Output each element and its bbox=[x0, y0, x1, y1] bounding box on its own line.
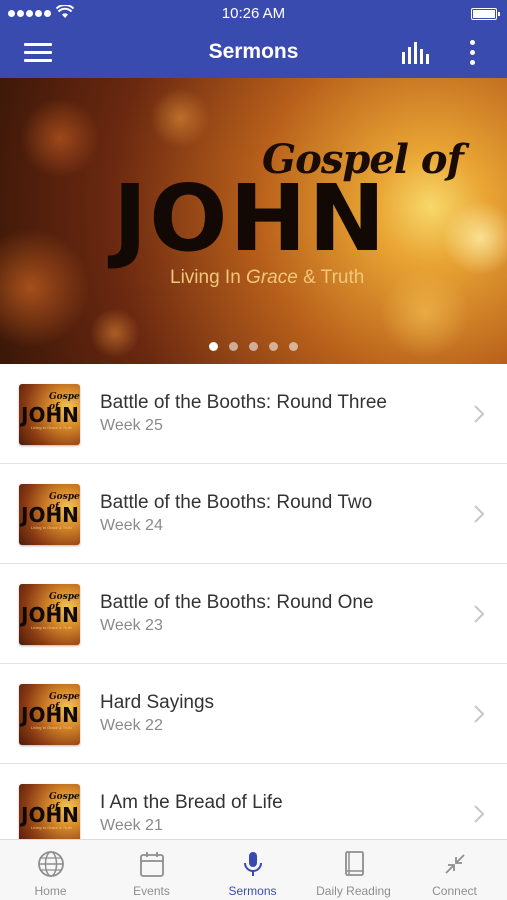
sermon-thumbnail: Gospel of JOHN Living In Grace & Truth bbox=[19, 584, 80, 645]
calendar-icon bbox=[139, 852, 164, 877]
more-vertical-icon[interactable] bbox=[469, 40, 477, 66]
tab-events[interactable]: Events bbox=[101, 840, 202, 900]
bottom-tab-bar: Home Events Sermons Daily Reading Connec… bbox=[0, 839, 507, 900]
sermon-week: Week 24 bbox=[100, 517, 163, 534]
sermon-row[interactable]: Gospel of JOHN Living In Grace & Truth Bat… bbox=[0, 464, 507, 564]
sermon-thumbnail: Gospel of JOHN Living In Grace & Truth bbox=[19, 684, 80, 745]
sermon-title: Battle of the Booths: Round Three bbox=[100, 392, 387, 413]
sermon-thumbnail: Gospel of JOHN Living In Grace & Truth bbox=[19, 784, 80, 839]
arrows-collapse-icon bbox=[444, 854, 465, 874]
tab-label: Events bbox=[133, 884, 170, 898]
tab-daily-reading[interactable]: Daily Reading bbox=[303, 840, 404, 900]
chevron-right-icon bbox=[474, 605, 485, 623]
sermon-thumbnail: Gospel of JOHN Living In Grace & Truth bbox=[19, 384, 80, 445]
banner-title-john: JOHN bbox=[113, 165, 388, 272]
carousel-dot[interactable] bbox=[289, 342, 298, 351]
sermon-week: Week 21 bbox=[100, 817, 163, 834]
tab-label: Daily Reading bbox=[316, 884, 391, 898]
chevron-right-icon bbox=[474, 805, 485, 823]
sermon-title: Battle of the Booths: Round Two bbox=[100, 492, 373, 513]
banner-tagline: Living In Grace & Truth bbox=[170, 267, 365, 288]
sermon-list: Gospel of JOHN Living In Grace & Truth Bat… bbox=[0, 364, 507, 839]
carousel-dot[interactable] bbox=[209, 342, 218, 351]
chevron-right-icon bbox=[474, 705, 485, 723]
carousel-dot[interactable] bbox=[229, 342, 238, 351]
book-icon bbox=[344, 851, 364, 876]
app-header: Sermons bbox=[0, 28, 507, 78]
tab-label: Sermons bbox=[228, 884, 277, 898]
battery-icon bbox=[471, 8, 500, 20]
carousel-page-indicator bbox=[0, 342, 507, 351]
sermon-title: I Am the Bread of Life bbox=[100, 792, 283, 813]
tab-home[interactable]: Home bbox=[0, 840, 101, 900]
sermon-title: Hard Sayings bbox=[100, 692, 215, 713]
sermon-title: Battle of the Booths: Round One bbox=[100, 592, 374, 613]
carousel-dot[interactable] bbox=[249, 342, 258, 351]
sermon-week: Week 23 bbox=[100, 617, 163, 634]
featured-banner-carousel[interactable]: Gospel of JOHN Living In Grace & Truth bbox=[0, 78, 507, 364]
tab-sermons[interactable]: Sermons bbox=[202, 840, 303, 900]
chevron-right-icon bbox=[474, 405, 485, 423]
audio-bars-icon[interactable] bbox=[401, 42, 431, 64]
tab-label: Connect bbox=[432, 884, 477, 898]
sermon-thumbnail: Gospel of JOHN Living In Grace & Truth bbox=[19, 484, 80, 545]
sermon-row[interactable]: Gospel of JOHN Living In Grace & Truth Bat… bbox=[0, 564, 507, 664]
sermon-row[interactable]: Gospel of JOHN Living In Grace & Truth Har… bbox=[0, 664, 507, 764]
carousel-dot[interactable] bbox=[269, 342, 278, 351]
sermon-week: Week 25 bbox=[100, 417, 163, 434]
globe-icon bbox=[37, 851, 64, 877]
tab-connect[interactable]: Connect bbox=[404, 840, 505, 900]
sermon-row[interactable]: Gospel of JOHN Living In Grace & Truth Bat… bbox=[0, 364, 507, 464]
tab-label: Home bbox=[34, 884, 67, 898]
sermon-week: Week 22 bbox=[100, 717, 163, 734]
microphone-icon bbox=[243, 852, 262, 876]
sermon-row[interactable]: Gospel of JOHN Living In Grace & Truth I A… bbox=[0, 764, 507, 839]
chevron-right-icon bbox=[474, 505, 485, 523]
status-bar: 10:26 AM bbox=[0, 0, 507, 28]
status-time: 10:26 AM bbox=[221, 5, 286, 22]
